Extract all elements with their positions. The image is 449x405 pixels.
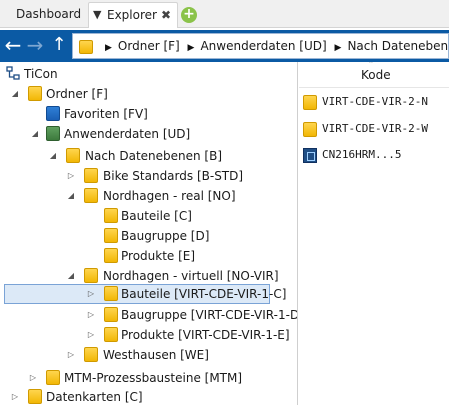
tree-item-bauteile[interactable]: Bauteile [C] [0,206,297,226]
folder-icon [84,268,98,283]
folder-icon [28,86,42,101]
collapsed-icon[interactable]: ▷ [86,328,96,342]
folder-icon [303,95,317,110]
folder-icon [104,307,118,322]
list-item[interactable]: VIRT-CDE-VIR-2-N [299,92,449,112]
tab-bar: Dashboard ▼ Explorer ✖ + [0,0,449,28]
tree-item-nach-datenebenen[interactable]: ◢ Nach Datenebenen [B] [0,146,297,166]
list-item[interactable]: CN216HRM...5 [299,145,449,165]
tree-item-label: Baugruppe [VIRT-CDE-VIR-1-D] [121,308,298,322]
folder-icon [84,347,98,362]
tab-explorer[interactable]: ▼ Explorer ✖ [88,2,178,28]
breadcrumb-item[interactable]: Nach Datenebenen [B [347,34,448,58]
tree-item-nordhagen-virtuell[interactable]: ◢ Nordhagen - virtuell [NO-VIR] [0,266,297,286]
collapsed-icon[interactable]: ▷ [28,371,38,385]
folder-icon [28,389,42,404]
chevron-right-icon[interactable]: ▶ [188,36,195,58]
tree-item-label: Anwenderdaten [UD] [64,127,191,141]
tree-item-produkte-vir[interactable]: ▷ Produkte [VIRT-CDE-VIR-1-E] [0,325,297,345]
folder-icon [104,208,118,223]
folder-icon [66,148,80,163]
tree-item-westhausen[interactable]: ▷ Westhausen [WE] [0,345,297,365]
network-icon [6,66,20,81]
tree-item-label: Baugruppe [D] [121,229,210,243]
tree-item-nordhagen-real[interactable]: ◢ Nordhagen - real [NO] [0,186,297,206]
breadcrumb[interactable]: ▶ Ordner [F] ▶ Anwenderdaten [UD] ▶ Nach Da… [72,33,449,59]
tree-item-label: Bauteile [VIRT-CDE-VIR-1-C] [121,287,287,301]
tree-item-ticon[interactable]: TiCon [0,64,297,84]
tree-item-favoriten[interactable]: Favoriten [FV] [0,104,297,124]
collapsed-icon[interactable]: ▷ [66,169,76,183]
expanded-icon[interactable]: ◢ [10,87,20,101]
folder-icon [84,168,98,183]
back-arrow-icon[interactable]: ← [2,30,24,62]
tree-item-label: Nordhagen - virtuell [NO-VIR] [103,269,279,283]
tree-item-label: MTM-Prozessbausteine [MTM] [64,371,243,385]
forward-arrow-icon[interactable]: → [24,30,46,62]
list-item[interactable]: VIRT-CDE-VIR-2-W [299,119,449,139]
grid-icon [303,148,317,163]
item-list[interactable]: ⌃ Kode VIRT-CDE-VIR-2-N VIRT-CDE-VIR-2-W… [299,62,449,405]
tab-dashboard[interactable]: Dashboard [6,2,88,28]
tree-item-ordner[interactable]: ◢ Ordner [F] [0,84,297,104]
tab-dashboard-label: Dashboard [16,7,82,21]
folder-icon [104,248,118,263]
collapsed-icon[interactable]: ▷ [66,348,76,362]
expanded-icon[interactable]: ◢ [30,127,40,141]
tree-item-label: Produkte [VIRT-CDE-VIR-1-E] [121,328,290,342]
chevron-right-icon[interactable]: ▶ [105,36,112,58]
list-item-code: CN216HRM...5 [322,148,402,161]
list-item-code: VIRT-CDE-VIR-2-N [322,95,428,108]
collapsed-icon[interactable]: ▷ [10,390,20,404]
column-header-label: Kode [361,68,391,82]
tree-item-bike-standards[interactable]: ▷ Bike Standards [B-STD] [0,166,297,186]
folder-icon [303,122,317,137]
tree-item-label: Bauteile [C] [121,209,192,223]
tree-item-label: Datenkarten [C] [46,390,143,404]
expanded-icon[interactable]: ◢ [66,189,76,203]
folder-icon [104,228,118,243]
tree-item-label: Bike Standards [B-STD] [103,169,244,183]
navigation-bar: ← → ↑ ▶ Ordner [F] ▶ Anwenderdaten [UD] ▶ N… [0,30,449,62]
tree-item-mtm[interactable]: ▷ MTM-Prozessbausteine [MTM] [0,368,297,388]
chevron-right-icon[interactable]: ▶ [335,36,342,58]
tree-item-label: Nach Datenebenen [B] [85,149,223,163]
up-arrow-icon[interactable]: ↑ [48,30,70,62]
tree-item-label: Westhausen [WE] [103,348,209,362]
tree-item-datenkarten[interactable]: ▷ Datenkarten [C] [0,387,297,405]
folder-tree[interactable]: TiCon ◢ Ordner [F] Favoriten [FV] ◢ Anwe… [0,62,298,405]
tree-item-label: Nordhagen - real [NO] [103,189,236,203]
tree-item-baugruppe-vir[interactable]: ▷ Baugruppe [VIRT-CDE-VIR-1-D] [0,305,298,325]
folder-icon [46,126,60,141]
breadcrumb-item[interactable]: Anwenderdaten [UD] [200,34,326,58]
tree-item-label: TiCon [24,67,58,81]
collapsed-icon[interactable]: ▷ [86,287,96,301]
tree-item-label: Favoriten [FV] [64,107,148,121]
close-icon[interactable]: ✖ [161,3,171,27]
tab-explorer-label: Explorer [107,8,157,22]
folder-icon [104,327,118,342]
add-tab-icon[interactable]: + [181,7,197,23]
tree-item-bauteile-vir-selected[interactable]: ▷ Bauteile [VIRT-CDE-VIR-1-C] [0,284,297,304]
folder-icon [79,40,93,54]
tree-item-label: Ordner [F] [46,87,108,101]
tree-item-anwenderdaten[interactable]: ◢ Anwenderdaten [UD] [0,124,297,144]
folder-icon [46,106,60,121]
column-header-kode[interactable]: ⌃ Kode [299,62,449,88]
folder-icon [84,188,98,203]
expanded-icon[interactable]: ◢ [48,149,58,163]
expanded-icon[interactable]: ◢ [66,269,76,283]
tree-item-label: Produkte [E] [121,249,196,263]
collapsed-icon[interactable]: ▷ [86,308,96,322]
breadcrumb-item[interactable]: Ordner [F] [118,34,180,58]
folder-icon [46,370,60,385]
tree-item-produkte[interactable]: Produkte [E] [0,246,297,266]
folder-icon [104,286,118,301]
pin-icon[interactable]: ▼ [93,3,101,27]
list-item-code: VIRT-CDE-VIR-2-W [322,122,428,135]
tree-item-baugruppe[interactable]: Baugruppe [D] [0,226,297,246]
